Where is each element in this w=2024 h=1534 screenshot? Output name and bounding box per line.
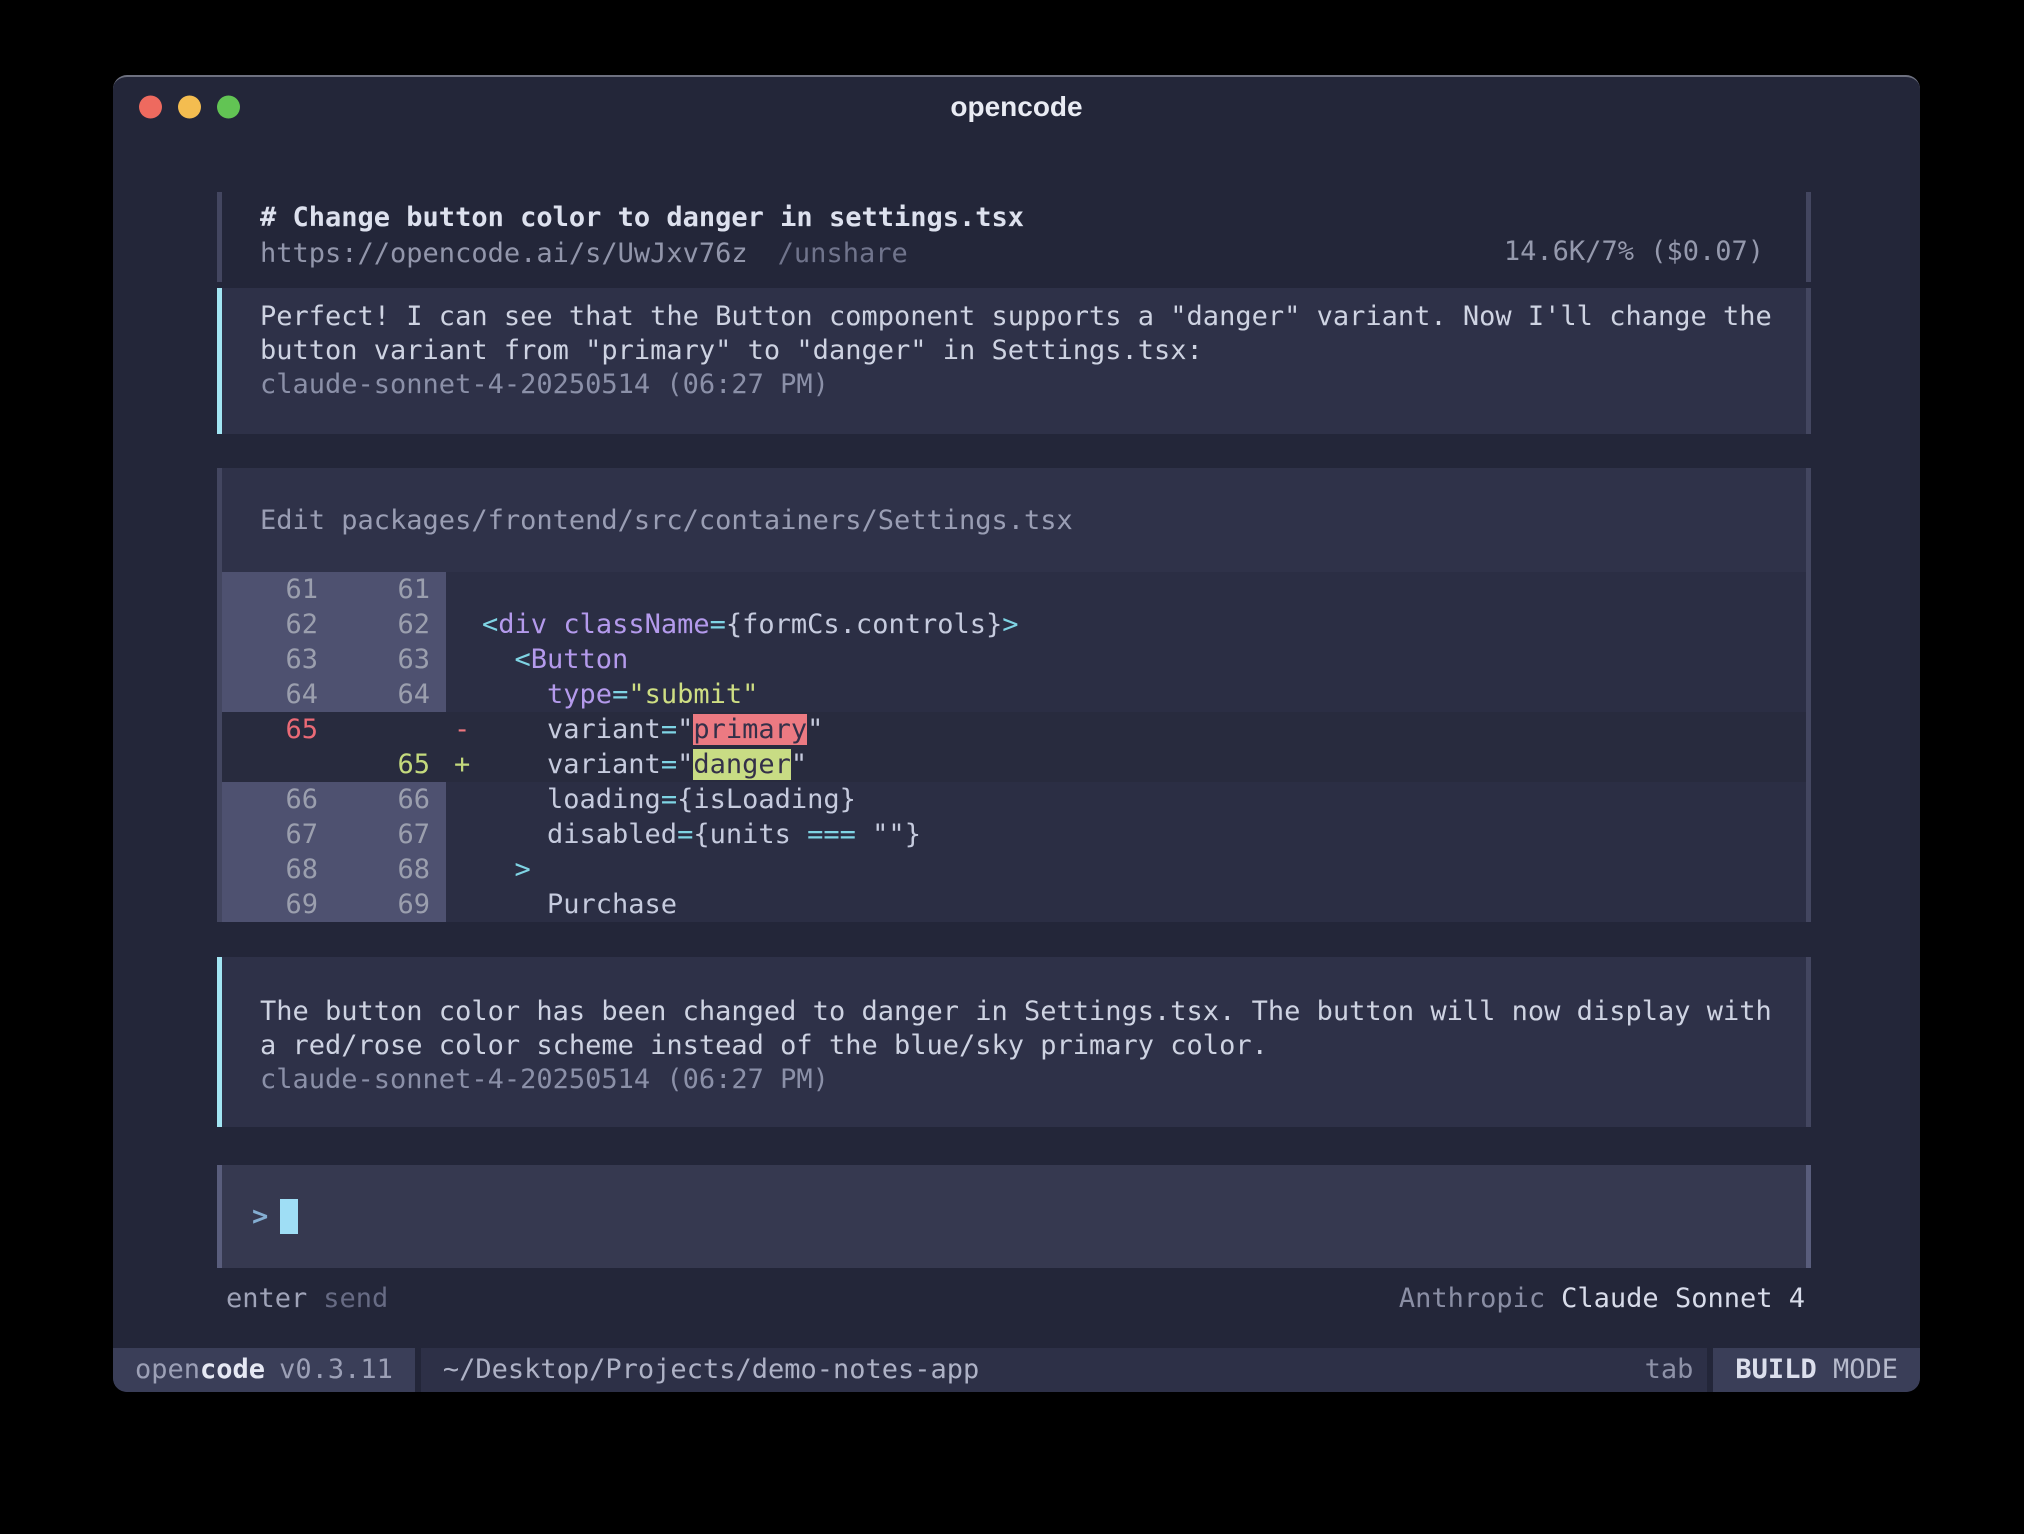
code-line: <Button <box>480 642 1806 677</box>
diff-row: 6262 <div className={formCs.controls}> <box>222 607 1806 642</box>
diff-sign <box>446 852 480 887</box>
model-indicator: Anthropic Claude Sonnet 4 <box>1399 1282 1805 1316</box>
line-number-old <box>222 747 334 782</box>
close-window-button[interactable] <box>139 96 162 119</box>
message-text: The button color has been changed to dan… <box>260 995 1768 1063</box>
edit-tool-diff-block: Edit packages/frontend/src/containers/Se… <box>217 468 1811 922</box>
code-line: > <box>480 852 1806 887</box>
window-title: opencode <box>950 91 1082 123</box>
line-number-new: 62 <box>334 607 446 642</box>
mode-value: BUILD <box>1735 1354 1816 1385</box>
token-usage-cost: 14.6K/7% ($0.07) <box>1504 234 1764 270</box>
text-cursor <box>280 1199 298 1234</box>
diff-code-area: 61616262 <div className={formCs.controls}… <box>222 572 1806 922</box>
code-line: variant="danger" <box>480 747 1806 782</box>
diff-sign <box>446 572 480 607</box>
diff-row: 6666 loading={isLoading} <box>222 782 1806 817</box>
code-line: type="submit" <box>480 677 1806 712</box>
line-number-old: 62 <box>222 607 334 642</box>
line-number-new: 64 <box>334 677 446 712</box>
diff-row: 6464 type="submit" <box>222 677 1806 712</box>
app-name-code: code <box>200 1354 265 1385</box>
diff-sign <box>446 642 480 677</box>
diff-row: 65+ variant="danger" <box>222 747 1806 782</box>
assistant-message-1: Perfect! I can see that the Button compo… <box>217 288 1811 434</box>
code-line: Purchase <box>480 887 1806 922</box>
line-number-old: 67 <box>222 817 334 852</box>
app-version-segment: opencode v0.3.11 <box>113 1348 415 1392</box>
line-number-old: 68 <box>222 852 334 887</box>
diff-sign <box>446 607 480 642</box>
diff-row: 6868 > <box>222 852 1806 887</box>
code-line: <div className={formCs.controls}> <box>480 607 1806 642</box>
session-title: # Change button color to danger in setti… <box>260 200 1768 236</box>
line-number-new: 69 <box>334 887 446 922</box>
line-number-new: 61 <box>334 572 446 607</box>
unshare-command[interactable]: /unshare <box>778 238 908 269</box>
working-directory: ~/Desktop/Projects/demo-notes-app <box>443 1348 979 1392</box>
diff-sign <box>446 677 480 712</box>
assistant-message-2: The button color has been changed to dan… <box>217 957 1811 1127</box>
session-header: # Change button color to danger in setti… <box>217 192 1811 282</box>
message-text-line: button variant from "primary" to "danger… <box>260 334 1768 368</box>
diff-sign <box>446 817 480 852</box>
line-number-old: 69 <box>222 887 334 922</box>
diff-row: 6767 disabled={units === ""} <box>222 817 1806 852</box>
app-name-open: open <box>135 1354 200 1385</box>
code-line <box>480 572 1806 607</box>
prompt-input[interactable]: > <box>217 1165 1811 1268</box>
opencode-terminal-window: opencode # Change button color to danger… <box>113 75 1920 1392</box>
prompt-symbol: > <box>252 1201 268 1232</box>
model-timestamp: claude-sonnet-4-20250514 (06:27 PM) <box>260 368 1768 402</box>
diff-row: 6969 Purchase <box>222 887 1806 922</box>
mode-label: MODE <box>1833 1354 1898 1385</box>
diff-file-header: Edit packages/frontend/src/containers/Se… <box>222 468 1806 572</box>
diff-row: 6363 <Button <box>222 642 1806 677</box>
message-text: Perfect! I can see that the Button compo… <box>260 300 1768 368</box>
traffic-lights <box>139 96 240 119</box>
diff-sign <box>446 887 480 922</box>
screen: opencode # Change button color to danger… <box>0 0 2024 1534</box>
statusbar-middle: ~/Desktop/Projects/demo-notes-app tab <box>421 1348 1708 1392</box>
line-number-new: 66 <box>334 782 446 817</box>
app-version: v0.3.11 <box>279 1354 393 1385</box>
provider-name: Anthropic <box>1399 1283 1545 1314</box>
mode-segment[interactable]: BUILD MODE <box>1713 1348 1920 1392</box>
code-line: loading={isLoading} <box>480 782 1806 817</box>
diff-row: 6161 <box>222 572 1806 607</box>
model-timestamp: claude-sonnet-4-20250514 (06:27 PM) <box>260 1063 1768 1097</box>
diff-row: 65 - variant="primary" <box>222 712 1806 747</box>
message-text-line: The button color has been changed to dan… <box>260 995 1768 1029</box>
code-line: disabled={units === ""} <box>480 817 1806 852</box>
message-text-line: a red/rose color scheme instead of the b… <box>260 1029 1768 1063</box>
hint-row: enter send Anthropic Claude Sonnet 4 <box>217 1282 1811 1316</box>
model-name: Claude Sonnet 4 <box>1561 1283 1805 1314</box>
line-number-new: 63 <box>334 642 446 677</box>
line-number-new: 67 <box>334 817 446 852</box>
line-number-old: 66 <box>222 782 334 817</box>
diff-sign: - <box>446 712 480 747</box>
send-hint: enter send <box>226 1282 388 1316</box>
enter-key-hint: enter <box>226 1283 307 1314</box>
status-bar: opencode v0.3.11 ~/Desktop/Projects/demo-… <box>113 1348 1920 1392</box>
title-bar: opencode <box>113 77 1920 137</box>
zoom-window-button[interactable] <box>217 96 240 119</box>
tab-key-hint[interactable]: tab <box>1645 1348 1694 1392</box>
line-number-old: 63 <box>222 642 334 677</box>
line-number-old: 61 <box>222 572 334 607</box>
line-number-new <box>334 712 446 747</box>
diff-sign: + <box>446 747 480 782</box>
line-number-new: 68 <box>334 852 446 887</box>
code-line: variant="primary" <box>480 712 1806 747</box>
line-number-old: 65 <box>222 712 334 747</box>
diff-sign <box>446 782 480 817</box>
line-number-new: 65 <box>334 747 446 782</box>
message-text-line: Perfect! I can see that the Button compo… <box>260 300 1768 334</box>
line-number-old: 64 <box>222 677 334 712</box>
send-action-hint: send <box>323 1283 388 1314</box>
share-url-link[interactable]: https://opencode.ai/s/UwJxv76z <box>260 238 748 269</box>
minimize-window-button[interactable] <box>178 96 201 119</box>
